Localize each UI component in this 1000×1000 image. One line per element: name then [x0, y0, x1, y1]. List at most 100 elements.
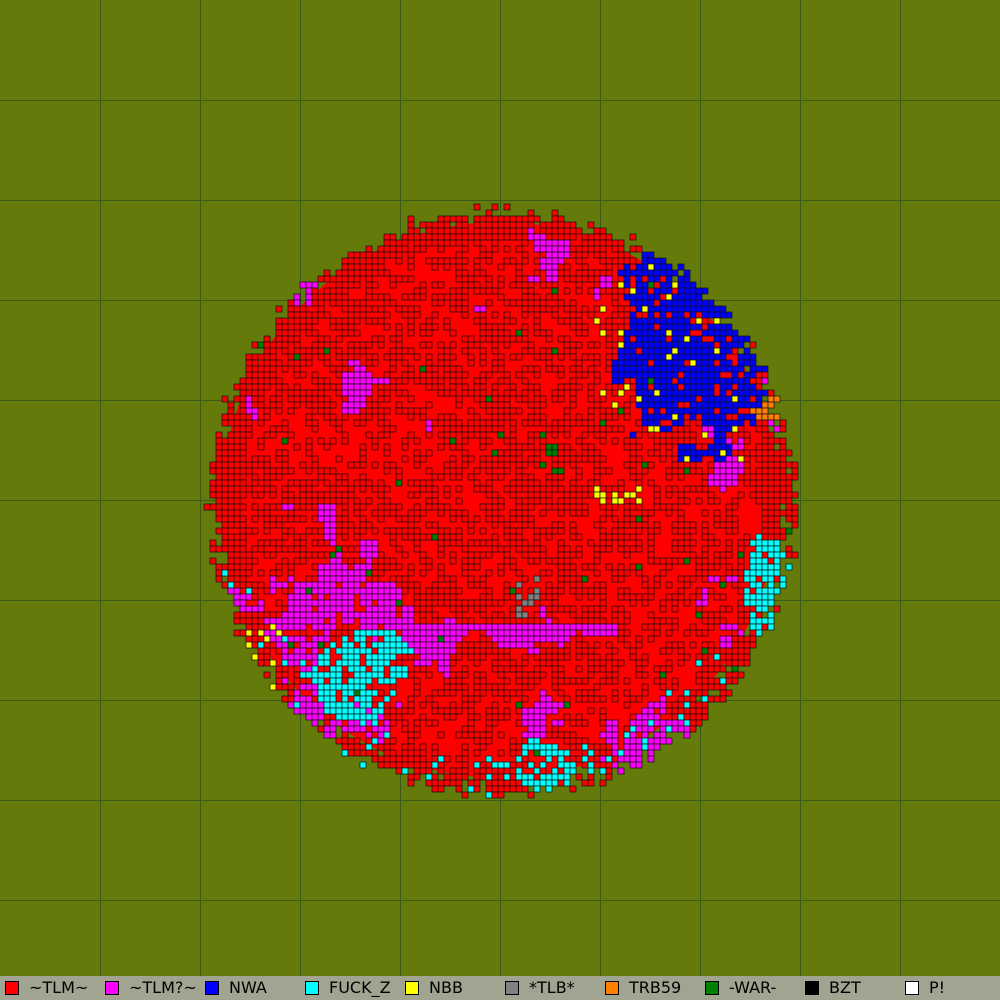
territory-cell: [701, 533, 709, 541]
territory-cell: [521, 239, 529, 247]
territory-cell: [713, 467, 721, 475]
territory-cell: [761, 617, 769, 625]
territory-cell: [377, 257, 385, 265]
territory-cell: [401, 443, 409, 451]
territory-cell: [371, 659, 379, 667]
territory-cell: [443, 467, 451, 475]
territory-cell: [665, 665, 673, 673]
territory-cell: [623, 725, 631, 733]
territory-cell: [245, 593, 253, 601]
territory-cell: [551, 557, 559, 565]
territory-cell: [479, 761, 487, 769]
territory-cell: [593, 425, 601, 433]
territory-cell: [641, 599, 649, 607]
legend-item: *TLB*: [500, 976, 600, 1000]
territory-cell: [497, 641, 505, 649]
territory-cell: [755, 467, 763, 475]
territory-cell: [419, 413, 427, 421]
territory-cell: [293, 347, 301, 355]
territory-cell: [419, 641, 427, 649]
territory-cell: [665, 299, 673, 307]
territory-cell: [233, 539, 241, 547]
territory-cell: [341, 557, 349, 565]
territory-cell: [593, 581, 601, 589]
territory-cell: [353, 563, 361, 571]
territory-cell: [473, 623, 481, 631]
territory-cell: [527, 545, 535, 553]
territory-cell: [527, 521, 535, 529]
territory-cell: [401, 305, 409, 313]
territory-cell: [713, 515, 721, 523]
territory-cell: [341, 497, 349, 505]
territory-cell: [497, 275, 505, 283]
territory-cell: [347, 677, 355, 685]
territory-cell: [557, 677, 565, 685]
territory-cell: [461, 227, 469, 235]
territory-cell: [437, 617, 445, 625]
territory-cell: [767, 569, 775, 577]
territory-cell: [701, 521, 709, 529]
territory-cell: [515, 785, 523, 793]
territory-cell: [311, 623, 319, 631]
territory-cell: [581, 443, 589, 451]
territory-cell: [533, 497, 541, 505]
territory-cell: [779, 437, 787, 445]
territory-cell: [491, 545, 499, 553]
territory-cell: [641, 263, 649, 271]
territory-cell: [437, 761, 445, 769]
territory-cell: [599, 617, 607, 625]
territory-cell: [713, 347, 721, 355]
territory-cell: [485, 791, 493, 799]
territory-cell: [455, 269, 463, 277]
territory-cell: [431, 779, 439, 787]
territory-cell: [521, 305, 529, 313]
territory-cell: [623, 737, 631, 745]
territory-cell: [665, 467, 673, 475]
territory-cell: [215, 437, 223, 445]
territory-cell: [587, 611, 595, 619]
territory-cell: [221, 419, 229, 427]
territory-cell: [299, 581, 307, 589]
territory-cell: [581, 779, 589, 787]
territory-cell: [257, 611, 265, 619]
territory-cell: [281, 317, 289, 325]
territory-cell: [395, 617, 403, 625]
territory-cell: [467, 551, 475, 559]
territory-cell: [431, 785, 439, 793]
territory-cell: [767, 437, 775, 445]
territory-cell: [359, 623, 367, 631]
territory-cell: [755, 557, 763, 565]
territory-cell: [479, 593, 487, 601]
territory-cell: [257, 509, 265, 517]
territory-cell: [407, 431, 415, 439]
territory-cell: [683, 275, 691, 283]
territory-cell: [683, 695, 691, 703]
territory-cell: [707, 587, 715, 595]
territory-cell: [485, 257, 493, 265]
territory-cell: [281, 671, 289, 679]
territory-cell: [269, 485, 277, 493]
territory-cell: [557, 245, 565, 253]
territory-cell: [383, 323, 391, 331]
territory-cell: [743, 641, 751, 649]
territory-cell: [587, 629, 595, 637]
territory-cell: [641, 743, 649, 751]
territory-map[interactable]: [0, 0, 1000, 976]
territory-cell: [707, 377, 715, 385]
territory-cell: [251, 635, 259, 643]
territory-cell: [731, 377, 739, 385]
territory-cell: [383, 431, 391, 439]
territory-cell: [395, 641, 403, 649]
territory-cell: [689, 539, 697, 547]
territory-cell: [485, 539, 493, 547]
territory-cell: [593, 683, 601, 691]
territory-cell: [647, 347, 655, 355]
territory-cell: [749, 539, 757, 547]
territory-cell: [443, 215, 451, 223]
territory-cell: [635, 419, 643, 427]
territory-cell: [335, 563, 343, 571]
territory-cell: [767, 449, 775, 457]
territory-cell: [485, 371, 493, 379]
territory-cell: [737, 425, 745, 433]
territory-cell: [503, 641, 511, 649]
